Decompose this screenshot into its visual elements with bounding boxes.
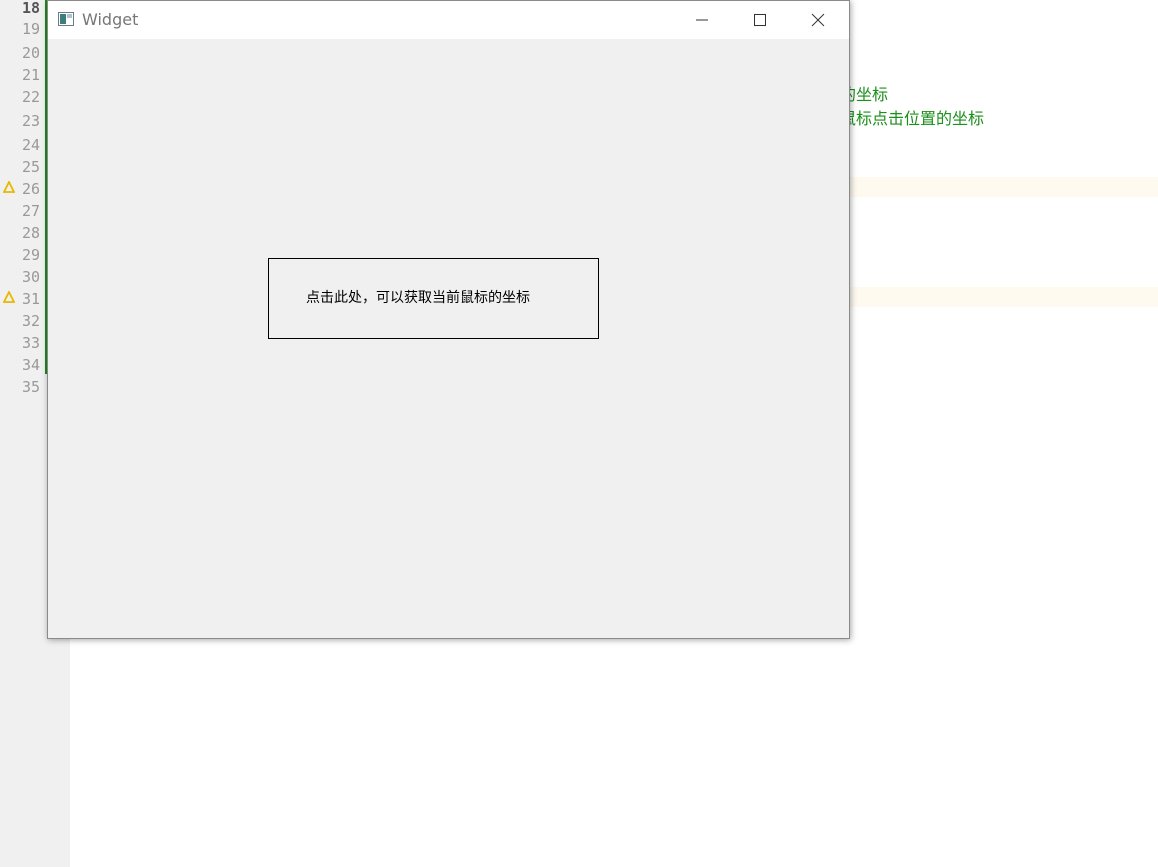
- line-number: 31: [22, 290, 41, 308]
- click-area-label[interactable]: 点击此处，可以获取当前鼠标的坐标: [268, 258, 599, 339]
- close-button[interactable]: [789, 1, 847, 39]
- click-area-text: 点击此处，可以获取当前鼠标的坐标: [306, 290, 530, 306]
- maximize-icon: [754, 14, 766, 26]
- window-title: Widget: [82, 10, 139, 29]
- line-number: 32: [22, 312, 41, 330]
- line-number: 33: [22, 334, 41, 352]
- line-number: 35: [22, 378, 41, 396]
- line-number: 24: [22, 136, 41, 154]
- line-number: 34: [22, 356, 41, 374]
- warning-icon[interactable]: [3, 181, 15, 193]
- minimize-button[interactable]: [673, 1, 731, 39]
- line-number: 20: [22, 44, 41, 62]
- line-number: 21: [22, 66, 41, 84]
- line-number: 18: [22, 0, 41, 17]
- line-number: 26: [22, 180, 41, 198]
- line-number: 19: [22, 20, 41, 38]
- app-window-icon: [58, 12, 74, 26]
- widget-window[interactable]: Widget 点击此处，可以获取当前鼠标的坐标: [47, 0, 850, 639]
- warning-line-highlight: [849, 287, 1158, 307]
- warning-line-highlight: [849, 177, 1158, 197]
- maximize-button[interactable]: [731, 1, 789, 39]
- line-number: 22: [22, 88, 41, 106]
- line-number: 28: [22, 224, 41, 242]
- line-number: 29: [22, 246, 41, 264]
- warning-icon[interactable]: [3, 291, 15, 303]
- line-number: 30: [22, 268, 41, 286]
- line-number: 25: [22, 158, 41, 176]
- line-number: 27: [22, 202, 41, 220]
- line-number: 23: [22, 112, 41, 130]
- minimize-icon: [696, 19, 708, 21]
- close-icon: [811, 13, 825, 27]
- window-titlebar[interactable]: Widget: [48, 1, 849, 39]
- code-comment: 鼠标点击位置的坐标: [840, 109, 985, 128]
